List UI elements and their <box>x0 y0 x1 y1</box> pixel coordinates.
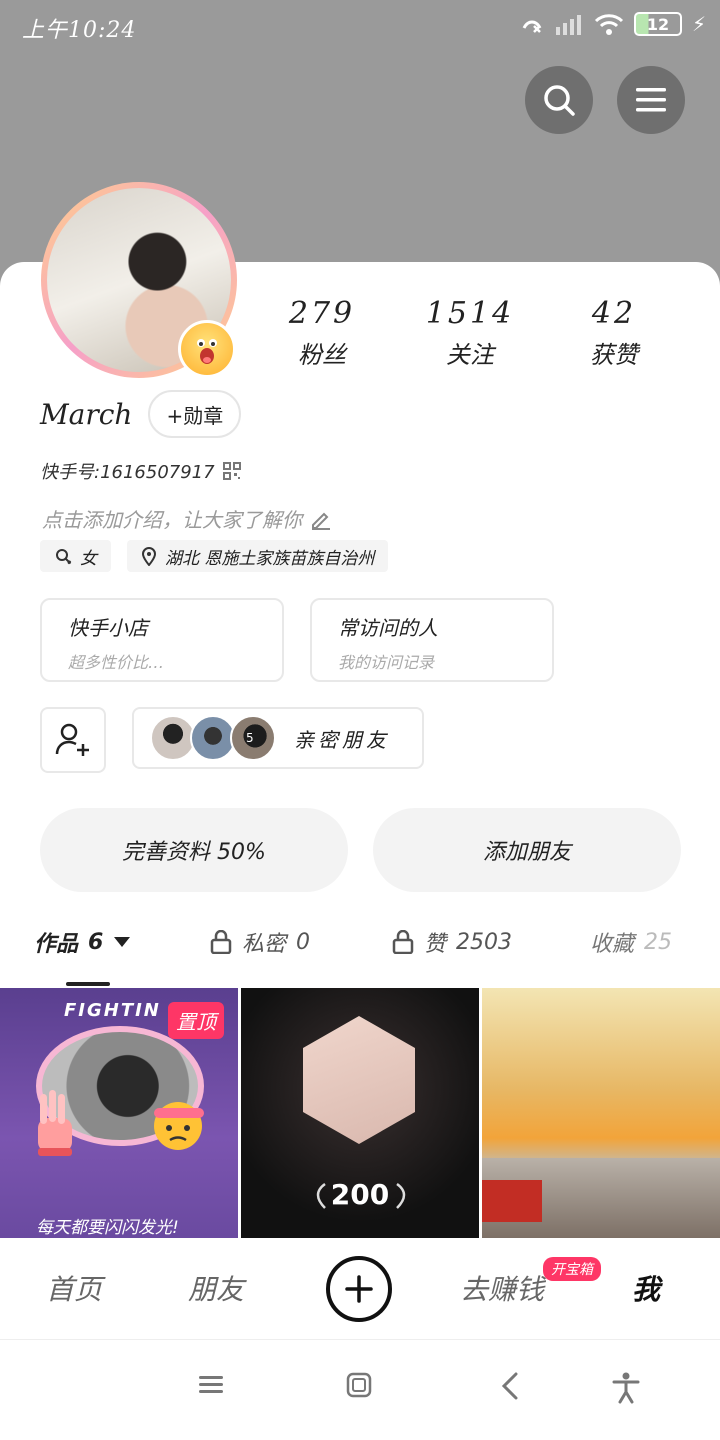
tab-label: 私密 <box>242 932 287 957</box>
bio-text: 点击添加介绍，让大家了解你 <box>42 508 302 532</box>
tab-label: 作品 <box>34 932 79 957</box>
tags-row: 女 湖北 恩施土家族苗族自治州 <box>40 540 389 572</box>
tab-count: 6 <box>88 929 104 955</box>
profile-name[interactable]: March <box>40 398 132 431</box>
pinned-badge: 置顶 <box>168 1002 224 1039</box>
hand-icon <box>38 1090 72 1156</box>
stat-fans[interactable]: 279 粉丝 <box>262 296 382 370</box>
emoji-sticker-icon[interactable] <box>178 320 236 378</box>
search-icon <box>544 85 575 116</box>
friend-avatar: 5 <box>230 715 276 761</box>
nav-friends[interactable]: 朋友 <box>188 1268 244 1308</box>
box-subtitle: 我的访问记录 <box>338 653 435 672</box>
tab-liked[interactable]: 赞 2503 <box>392 926 512 958</box>
camera-badge-icon <box>303 1016 415 1144</box>
tab-label: 收藏 <box>590 932 635 957</box>
angry-emoji-icon <box>154 1102 204 1150</box>
nav-earn[interactable]: 去赚钱 <box>460 1268 544 1308</box>
plus-icon <box>345 1275 373 1303</box>
wifi-icon <box>594 14 624 35</box>
location-text: 湖北 恩施土家族苗族自治州 <box>165 548 375 569</box>
qr-code-icon[interactable] <box>222 462 241 480</box>
close-friends-button[interactable]: 5 亲密朋友 <box>132 707 424 769</box>
medal-button[interactable]: +勋章 <box>148 390 242 438</box>
back-icon[interactable] <box>500 1372 520 1400</box>
milestone-count: 200 <box>330 1178 390 1211</box>
fight-banner: FIGHTIN <box>64 1000 161 1021</box>
status-time: 上午10:24 <box>22 18 137 43</box>
status-icons: 12 ⚡ <box>520 12 706 36</box>
stat-value: 42 <box>591 296 637 331</box>
home-square-icon[interactable] <box>346 1372 372 1398</box>
content-tabs: 作品 6 私密 0 赞 2503 收藏 25 <box>0 926 720 986</box>
red-building <box>482 1180 542 1222</box>
treasure-badge: 开宝箱 <box>543 1257 601 1281</box>
box-subtitle: 超多性价比… <box>68 653 165 672</box>
stat-following[interactable]: 1514 关注 <box>410 296 530 370</box>
battery-indicator: 12 <box>633 12 682 36</box>
bottom-nav: 首页 朋友 去赚钱 开宝箱 我 <box>0 1238 720 1340</box>
tab-label: 赞 <box>424 932 447 957</box>
kuaishou-id-text: 快手号:1616507917 <box>40 462 215 483</box>
create-post-button[interactable] <box>326 1256 392 1322</box>
tab-works[interactable]: 作品 6 <box>34 926 131 958</box>
kuaishou-shop-card[interactable]: 快手小店 超多性价比… <box>40 598 284 682</box>
tab-count: 0 <box>296 929 311 955</box>
work-thumbnail[interactable]: FIGHTIN 置顶 每天都要闪闪发光! <box>0 988 238 1238</box>
name-row: March +勋章 <box>40 390 242 438</box>
charging-icon: ⚡ <box>691 12 706 36</box>
add-user-icon <box>55 723 89 756</box>
lock-icon <box>210 930 232 954</box>
stat-label: 粉丝 <box>298 341 346 369</box>
call-forward-icon <box>522 20 542 33</box>
gender-text: 女 <box>80 548 97 569</box>
works-grid: FIGHTIN 置顶 每天都要闪闪发光! 200 <box>0 988 720 1238</box>
bio-prompt[interactable]: 点击添加介绍，让大家了解你 <box>42 504 332 533</box>
location-pin-icon <box>141 547 157 566</box>
caret-down-icon <box>114 937 131 947</box>
signal-icon <box>555 15 581 35</box>
gender-tag[interactable]: 女 <box>40 540 111 572</box>
tab-count: 25 <box>644 929 673 955</box>
menu-button[interactable] <box>617 66 685 134</box>
work-thumbnail[interactable] <box>482 988 720 1238</box>
stat-label: 获赞 <box>590 341 638 369</box>
friend-count: 5 <box>246 731 254 745</box>
kuaishou-id: 快手号:1616507917 <box>40 458 241 484</box>
complete-profile-button[interactable]: 完善资料 50% <box>40 808 348 892</box>
stat-value: 279 <box>288 296 356 331</box>
add-friend-button[interactable] <box>40 707 106 773</box>
box-title: 快手小店 <box>68 616 148 640</box>
tab-private[interactable]: 私密 0 <box>210 926 310 958</box>
location-tag[interactable]: 湖北 恩施土家族苗族自治州 <box>127 540 389 572</box>
active-tab-indicator <box>66 982 110 986</box>
stat-label: 关注 <box>446 341 494 369</box>
recent-apps-icon[interactable] <box>198 1372 224 1398</box>
stat-likes[interactable]: 42 获赞 <box>554 296 674 370</box>
status-bar: 上午10:24 12 ⚡ <box>0 0 720 54</box>
edit-pencil-icon <box>312 512 330 530</box>
thumbnail-caption: 每天都要闪闪发光! <box>36 1218 179 1238</box>
hamburger-icon <box>636 88 666 112</box>
tab-favorites[interactable]: 收藏 25 <box>590 926 672 958</box>
nav-home[interactable]: 首页 <box>46 1268 102 1308</box>
female-icon <box>56 549 72 565</box>
accessibility-icon[interactable] <box>612 1372 640 1404</box>
add-friends-button[interactable]: 添加朋友 <box>373 808 681 892</box>
tab-count: 2503 <box>456 929 513 955</box>
stat-value: 1514 <box>425 296 515 331</box>
frequent-visitors-card[interactable]: 常访问的人 我的访问记录 <box>310 598 554 682</box>
lock-icon <box>392 930 414 954</box>
nav-me[interactable]: 我 <box>632 1268 660 1308</box>
search-button[interactable] <box>525 66 593 134</box>
work-thumbnail[interactable]: 200 <box>241 988 479 1238</box>
close-friends-label: 亲密朋友 <box>294 727 390 752</box>
system-nav-bar <box>0 1340 720 1440</box>
box-title: 常访问的人 <box>338 616 438 640</box>
